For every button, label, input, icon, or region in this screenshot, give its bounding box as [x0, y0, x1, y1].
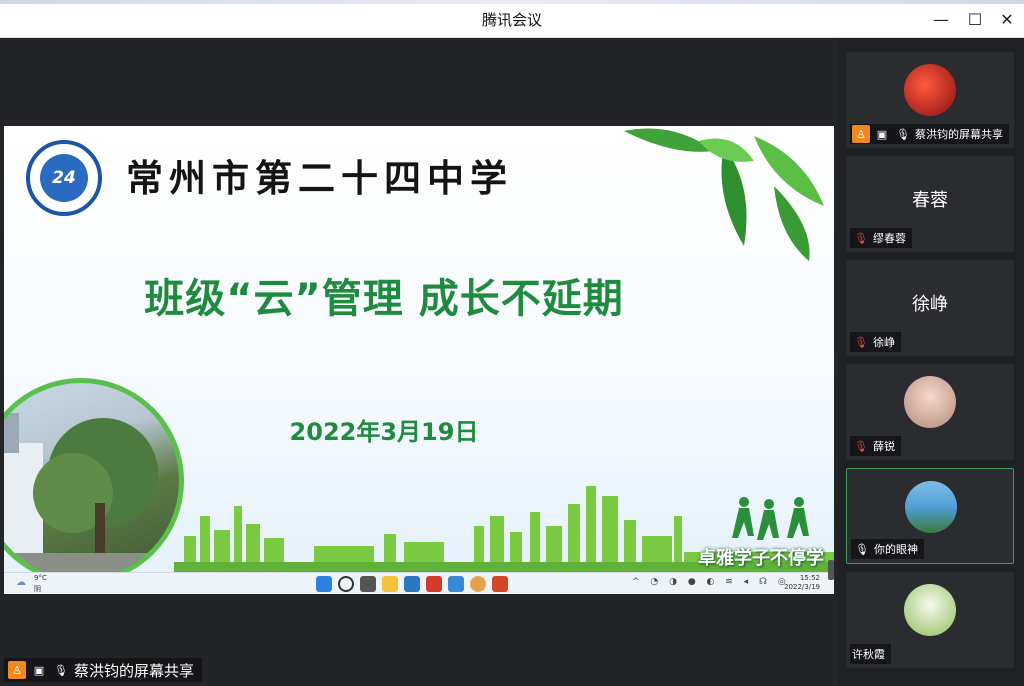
- participant-label: 🎙 缪春蓉: [850, 228, 912, 248]
- participant-tile[interactable]: 许秋霞: [846, 572, 1014, 668]
- avatar-app-icon: [470, 576, 486, 592]
- school-name: 常州市第二十四中学: [126, 156, 513, 200]
- file-explorer-icon: [382, 576, 398, 592]
- slide-tagline: 卓雅学子不停学: [698, 548, 824, 569]
- screen-share-icon: ▣: [876, 127, 888, 141]
- participant-label: 🎙 你的眼神: [851, 539, 924, 559]
- participant-list: ♙ ▣ 🎙 蔡洪钧的屏幕共享 春蓉 🎙 缪春蓉 徐峥 🎙 徐峥 🎙 薛锐 🎙 你…: [838, 38, 1024, 686]
- weather-icon: ☁: [16, 577, 26, 588]
- system-tray-icons: ^ ◔ ◑ ● ◐ ≋ ◂ ☊ ◎: [632, 577, 790, 587]
- participant-label: 许秋霞: [850, 644, 891, 664]
- avatar: [904, 376, 956, 428]
- user-icon: ♙: [852, 125, 870, 143]
- microphone-muted-icon: 🎙: [854, 335, 868, 349]
- school-logo: 24: [26, 140, 102, 216]
- app-icon: [404, 576, 420, 592]
- microphone-icon: 🎙: [896, 127, 910, 141]
- taskbar-app-icons: [316, 576, 508, 592]
- leaves-decoration: [624, 128, 824, 261]
- meeting-app-icon: [448, 576, 464, 592]
- task-view-icon: [360, 576, 376, 592]
- slide-headline: 班级“云”管理 成长不延期: [144, 276, 624, 322]
- participant-tile[interactable]: 🎙 薛锐: [846, 364, 1014, 460]
- avatar: [904, 584, 956, 636]
- participant-label: 🎙 薛锐: [850, 436, 901, 456]
- participant-tile[interactable]: 徐峥 🎙 徐峥: [846, 260, 1014, 356]
- campus-photo: [4, 378, 184, 572]
- share-label: 蔡洪钧的屏幕共享: [74, 661, 195, 680]
- slide-scroll-handle[interactable]: [828, 560, 834, 580]
- minimize-button[interactable]: —: [926, 6, 956, 32]
- weather-temp: 9°C: [34, 574, 47, 582]
- office-icon: [426, 576, 442, 592]
- weather-state: 阴: [34, 585, 41, 593]
- shared-slide: 24 常州市第二十四中学 班级“云”管理 成长不延期 2022年3月19日 卓雅…: [4, 126, 834, 572]
- microphone-icon: 🎙: [54, 663, 68, 677]
- avatar: [905, 481, 957, 533]
- close-button[interactable]: ✕: [992, 6, 1022, 32]
- participant-label: 🎙 徐峥: [850, 332, 901, 352]
- window-title: 腾讯会议: [481, 11, 542, 29]
- taskbar-clock: 15:52 2022/3/19: [784, 574, 820, 591]
- user-icon: ♙: [8, 661, 26, 679]
- meeting-window: 腾讯会议 — ☐ ✕ 24 常州市第二十四中学 班级“云”管理 成长不延期 20…: [0, 0, 1024, 686]
- avatar: [904, 64, 956, 116]
- participant-display-name: 春蓉: [912, 190, 948, 211]
- microphone-muted-icon: 🎙: [854, 231, 868, 245]
- screen-share-indicator[interactable]: ♙ ▣ 🎙 蔡洪钧的屏幕共享: [4, 658, 203, 682]
- microphone-muted-icon: 🎙: [854, 439, 868, 453]
- title-bar: 腾讯会议 — ☐ ✕: [0, 0, 1024, 38]
- search-icon: [338, 576, 354, 592]
- participant-tile[interactable]: 🎙 你的眼神: [846, 468, 1014, 564]
- powerpoint-icon: [492, 576, 508, 592]
- remote-taskbar: ☁ 9°C 阴 ^ ◔ ◑ ● ◐ ≋ ◂ ☊ ◎ 15:52 2022/3/1…: [4, 572, 834, 594]
- microphone-icon: 🎙: [855, 542, 869, 556]
- participant-label: ♙ ▣ 🎙 蔡洪钧的屏幕共享: [850, 124, 1009, 144]
- participant-tile[interactable]: ♙ ▣ 🎙 蔡洪钧的屏幕共享: [846, 52, 1014, 148]
- windows-start-icon: [316, 576, 332, 592]
- participant-display-name: 徐峥: [912, 294, 948, 315]
- desktop-top-strip: [0, 0, 1024, 4]
- screen-share-icon: ▣: [33, 663, 45, 677]
- participant-tile[interactable]: 春蓉 🎙 缪春蓉: [846, 156, 1014, 252]
- maximize-button[interactable]: ☐: [960, 6, 990, 32]
